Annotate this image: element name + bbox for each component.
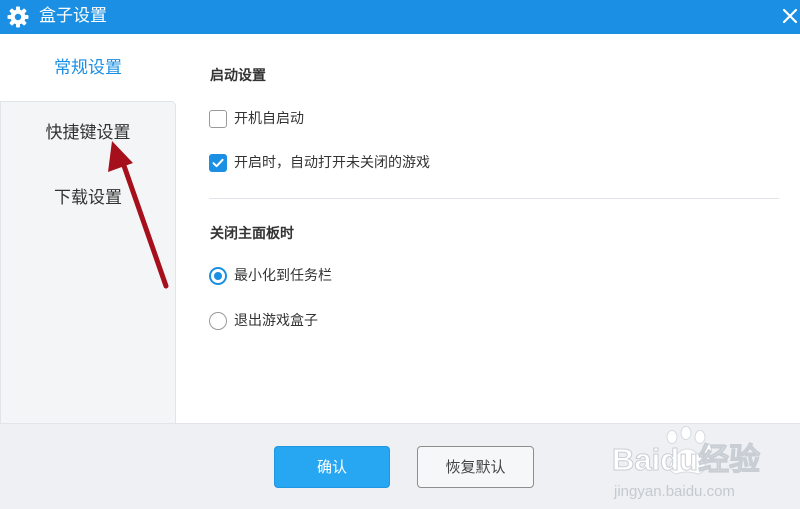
title-bar: 盒子设置: [0, 0, 800, 34]
section-divider: [209, 198, 779, 199]
minimize-tray-label: 最小化到任务栏: [234, 268, 332, 284]
reopen-games-checkbox[interactable]: [209, 154, 227, 172]
close-icon[interactable]: [776, 0, 800, 34]
reopen-games-option[interactable]: 开启时，自动打开未关闭的游戏: [209, 153, 430, 173]
startup-section-title: 启动设置: [210, 68, 266, 84]
watermark-url-text: jingyan.baidu.com: [613, 483, 735, 500]
window-title: 盒子设置: [39, 6, 107, 26]
close-panel-section-title: 关闭主面板时: [210, 226, 294, 242]
exit-box-option[interactable]: 退出游戏盒子: [209, 311, 318, 331]
gear-icon: [7, 6, 29, 28]
reset-defaults-button[interactable]: 恢复默认: [417, 446, 534, 488]
checkmark-icon: [212, 158, 224, 168]
reopen-games-label: 开启时，自动打开未关闭的游戏: [234, 155, 430, 171]
confirm-button[interactable]: 确认: [274, 446, 390, 488]
minimize-tray-option[interactable]: 最小化到任务栏: [209, 266, 332, 286]
minimize-tray-radio[interactable]: [209, 267, 227, 285]
sidebar-background: [0, 101, 176, 423]
exit-box-radio[interactable]: [209, 312, 227, 330]
sidebar-item-general[interactable]: 常规设置: [0, 53, 176, 83]
baidu-watermark: Baidu经验 jingyan.baidu.com: [612, 426, 761, 500]
exit-box-label: 退出游戏盒子: [234, 313, 318, 329]
autostart-option[interactable]: 开机自启动: [209, 109, 304, 129]
autostart-checkbox[interactable]: [209, 110, 227, 128]
autostart-label: 开机自启动: [234, 111, 304, 127]
watermark-logo-text: Baidu经验: [612, 442, 760, 477]
settings-sidebar: 常规设置 快捷键设置 下载设置: [0, 34, 176, 423]
sidebar-item-download[interactable]: 下载设置: [0, 183, 176, 213]
sidebar-item-hotkeys[interactable]: 快捷键设置: [0, 118, 176, 148]
